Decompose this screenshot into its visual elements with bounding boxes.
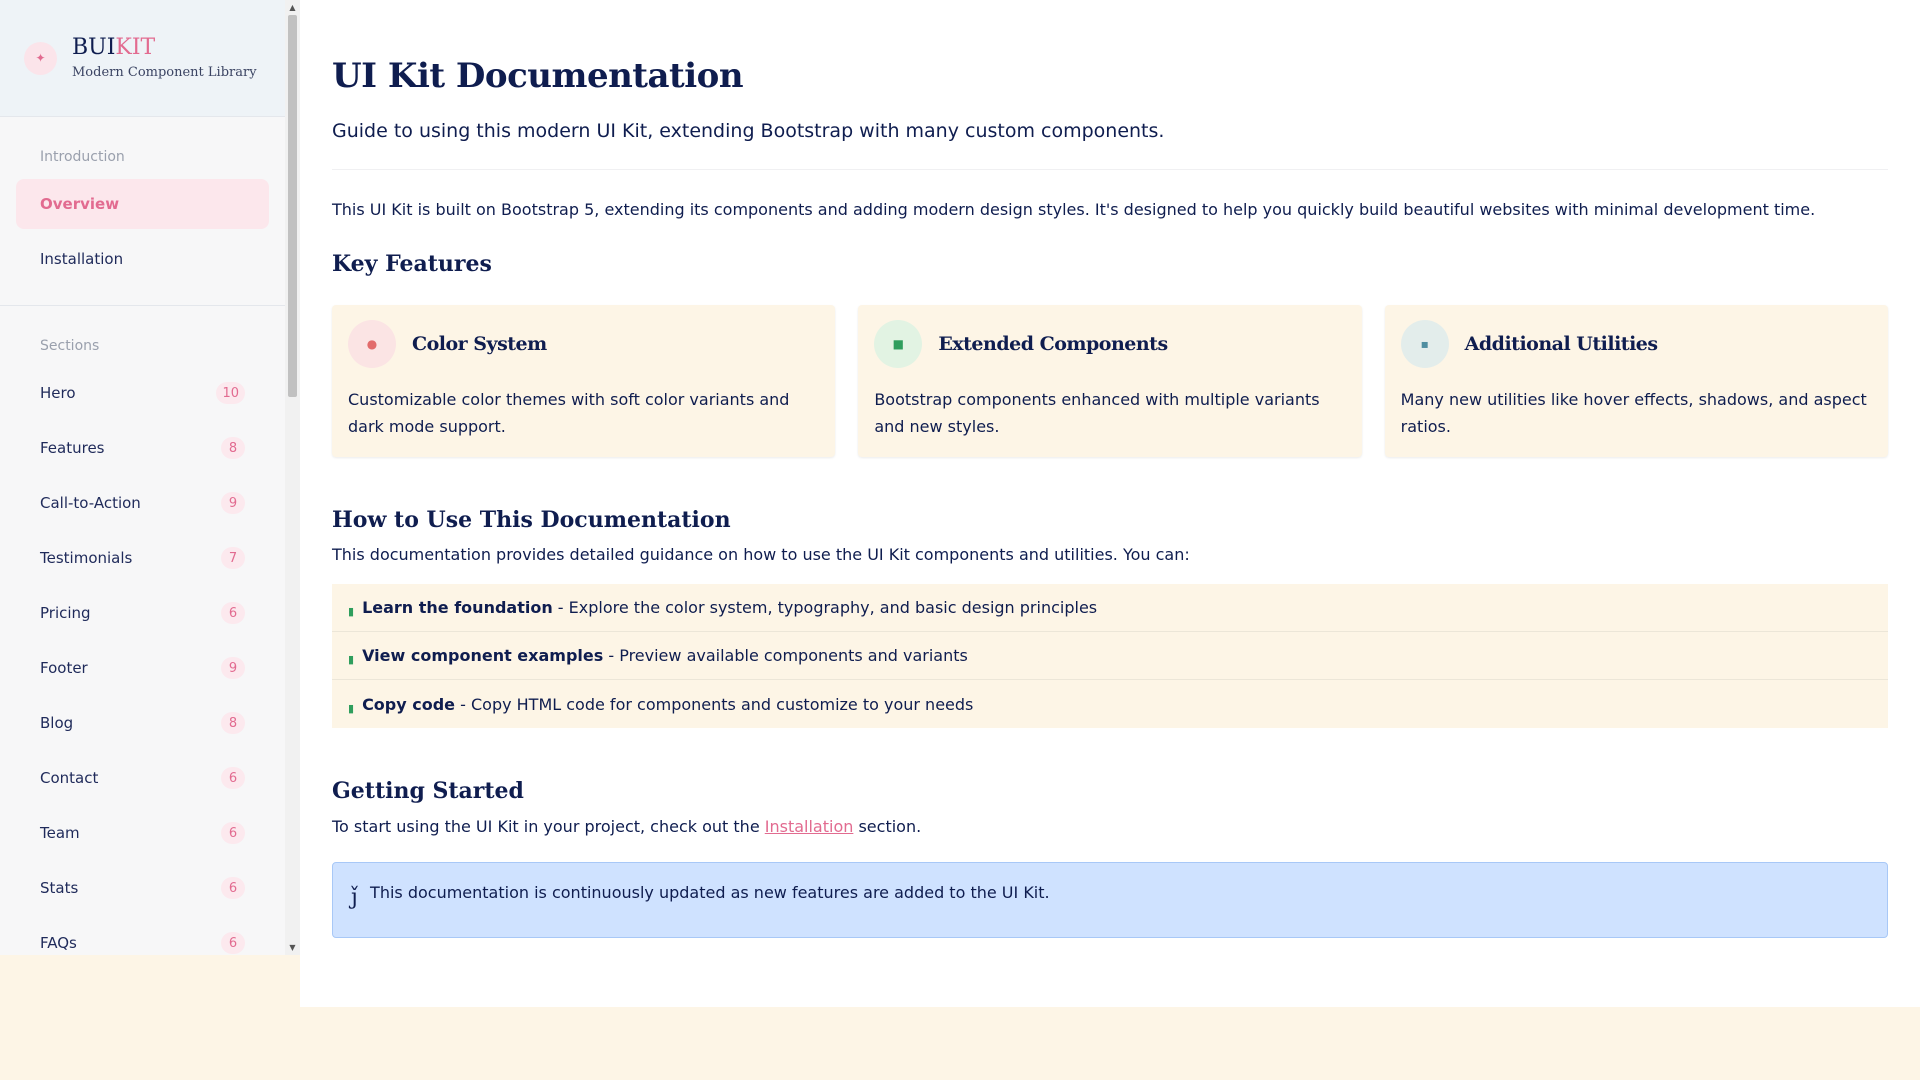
card-header: ● Color System [348, 320, 819, 369]
step-strong: Copy code [362, 694, 456, 714]
sidebar-content: ✦ BUIKIT Modern Component Library Introd… [0, 0, 285, 955]
sidebar-item-call-to-action[interactable]: Call-to-Action 9 [16, 478, 269, 528]
step-text: - Preview available components and varia… [603, 646, 968, 666]
sidebar-item-label: Footer [40, 659, 88, 677]
brand-text: BUIKIT Modern Component Library [72, 34, 257, 81]
sidebar-item-label: Features [40, 439, 105, 457]
count-badge: 9 [221, 492, 245, 514]
count-badge: 9 [221, 657, 245, 679]
brand-title-main: BUI [72, 34, 116, 60]
brand-subtitle: Modern Component Library [72, 65, 257, 81]
list-item: ▮ Copy code - Copy HTML code for compone… [332, 680, 1888, 729]
card-header: ▪ Additional Utilities [1400, 320, 1872, 369]
scrollbar-thumb[interactable] [288, 15, 297, 397]
check-icon: ▮ [348, 653, 355, 667]
sidebar-item-label: Stats [40, 879, 79, 897]
sidebar-item-overview[interactable]: Overview [16, 179, 269, 229]
brand-title-accent: KIT [115, 34, 156, 60]
sidebar-item-label: Call-to-Action [40, 494, 141, 512]
list-item: ▮ Learn the foundation - Explore the col… [332, 584, 1888, 633]
count-badge: 8 [221, 712, 245, 734]
main-content: UI Kit Documentation Guide to using this… [300, 0, 1920, 1007]
page-title: UI Kit Documentation [332, 56, 744, 96]
sidebar-item-pricing[interactable]: Pricing 6 [16, 588, 269, 638]
count-badge: 10 [216, 382, 245, 404]
card-header: ■ Extended Components [874, 320, 1345, 369]
howto-title: How to Use This Documentation [332, 507, 731, 534]
sidebar-item-label: Contact [40, 769, 99, 787]
brand[interactable]: ✦ BUIKIT Modern Component Library [0, 0, 285, 117]
sidebar-item-hero[interactable]: Hero 10 [16, 368, 269, 418]
feature-card-additional-utilities: ▪ Additional Utilities Many new utilitie… [1384, 305, 1888, 458]
check-icon: ▮ [348, 605, 355, 619]
sparkle-icon: ✦ [24, 41, 57, 75]
list-item: ▮ View component examples - Preview avai… [332, 632, 1888, 681]
alert-text: This documentation is continuously updat… [370, 883, 1050, 903]
sidebar-item-label: Blog [40, 714, 74, 732]
sidebar-item-faqs[interactable]: FAQs 6 [16, 918, 269, 955]
feature-card-color-system: ● Color System Customizable color themes… [332, 305, 836, 458]
tools-icon: ▪ [1400, 320, 1449, 369]
sidebar-item-label: Hero [40, 384, 76, 402]
sidebar-item-features[interactable]: Features 8 [16, 423, 269, 473]
page-subtitle: Guide to using this modern UI Kit, exten… [332, 120, 1165, 142]
howto-text: This documentation provides detailed gui… [332, 545, 1190, 565]
scroll-up-arrow-icon[interactable]: ▲ [285, 0, 300, 15]
sidebar: ✦ BUIKIT Modern Component Library Introd… [0, 0, 300, 955]
count-badge: 6 [221, 877, 245, 899]
step-text: - Explore the color system, typography, … [552, 598, 1098, 618]
sidebar-scrollbar[interactable]: ▲ ▼ [285, 0, 300, 955]
sidebar-item-footer[interactable]: Footer 9 [16, 643, 269, 693]
check-icon: ▮ [348, 701, 355, 715]
nav-heading-sections: Sections [40, 338, 100, 354]
info-icon: ǰ [351, 885, 359, 911]
feature-cards: ● Color System Customizable color themes… [332, 305, 1888, 458]
feature-card-extended-components: ■ Extended Components Bootstrap componen… [858, 305, 1362, 458]
sidebar-item-testimonials[interactable]: Testimonials 7 [16, 533, 269, 583]
sidebar-item-label: Installation [40, 250, 124, 268]
sidebar-item-label: Testimonials [40, 549, 133, 567]
card-description: Bootstrap components enhanced with multi… [874, 390, 1320, 437]
info-alert: ǰ This documentation is continuously upd… [332, 862, 1888, 939]
sidebar-item-label: Team [40, 824, 80, 842]
getting-started-before: To start using the UI Kit in your projec… [332, 817, 765, 837]
sidebar-item-blog[interactable]: Blog 8 [16, 698, 269, 748]
card-description: Many new utilities like hover effects, s… [1400, 390, 1867, 437]
sidebar-item-stats[interactable]: Stats 6 [16, 863, 269, 913]
sidebar-item-team[interactable]: Team 6 [16, 808, 269, 858]
nav-heading-introduction: Introduction [40, 149, 125, 165]
card-title: Additional Utilities [1464, 333, 1658, 356]
step-strong: Learn the foundation [362, 598, 553, 618]
getting-started-after: section. [853, 817, 922, 837]
sidebar-item-installation[interactable]: Installation [16, 234, 269, 284]
nav-sections: Sections Hero 10 Features 8 Call-to-Acti… [0, 306, 285, 955]
sidebar-item-label: FAQs [40, 934, 77, 952]
key-features-title: Key Features [332, 251, 492, 278]
palette-icon: ● [348, 320, 396, 369]
steps-list: ▮ Learn the foundation - Explore the col… [332, 584, 1888, 729]
count-badge: 6 [221, 932, 245, 954]
nav-introduction: Introduction Overview Installation [0, 117, 285, 306]
count-badge: 8 [221, 437, 245, 459]
count-badge: 6 [221, 822, 245, 844]
intro-paragraph: This UI Kit is built on Bootstrap 5, ext… [332, 200, 1816, 219]
count-badge: 6 [221, 602, 245, 624]
installation-link[interactable]: Installation [765, 817, 854, 836]
sidebar-item-label: Pricing [40, 604, 91, 622]
puzzle-icon: ■ [874, 320, 923, 369]
sidebar-item-contact[interactable]: Contact 6 [16, 753, 269, 803]
divider [332, 169, 1888, 170]
getting-started-text: To start using the UI Kit in your projec… [332, 817, 1888, 836]
card-title: Extended Components [938, 333, 1168, 356]
count-badge: 7 [221, 547, 245, 569]
brand-title: BUIKIT [72, 34, 257, 60]
step-text: - Copy HTML code for components and cust… [455, 694, 974, 714]
getting-started-title: Getting Started [332, 778, 524, 805]
scroll-down-arrow-icon[interactable]: ▼ [285, 940, 300, 955]
step-strong: View component examples [362, 646, 604, 666]
card-title: Color System [412, 333, 547, 356]
card-description: Customizable color themes with soft colo… [348, 390, 790, 437]
sidebar-item-label: Overview [40, 195, 120, 213]
count-badge: 6 [221, 767, 245, 789]
